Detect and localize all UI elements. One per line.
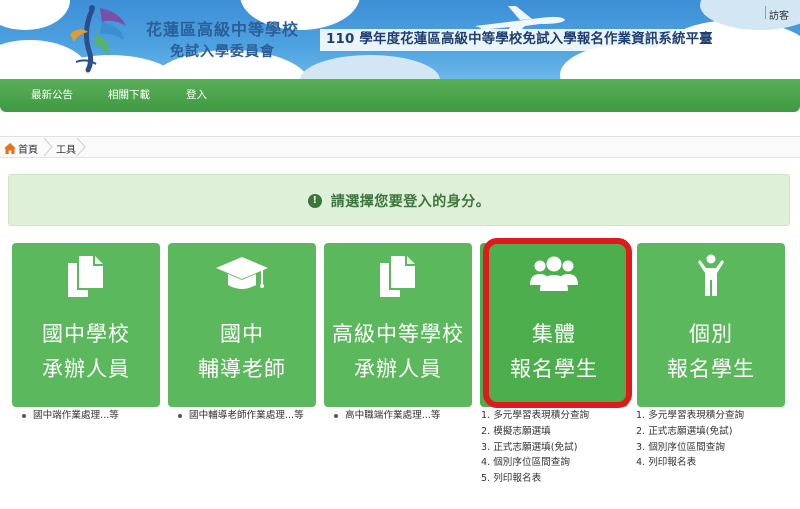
description-item: 國中輔導老師作業處理...等 (189, 410, 304, 421)
logo-emblem-icon (70, 5, 126, 73)
main-nav: 最新公告 相關下載 登入 (0, 79, 800, 112)
card-title-line2: 承辦人員 (42, 357, 130, 381)
description-item: 3. 個別序位區間查詢 (636, 441, 725, 453)
site-title: 110 學年度花蓮區高級中等學校免試入學報名作業資訊系統平臺 (320, 29, 719, 51)
person-icon (698, 254, 724, 296)
card-title-line2: 輔導老師 (198, 357, 286, 381)
highlight-frame (483, 238, 632, 408)
card-description: 國中輔導老師作業處理...等 (178, 408, 316, 424)
description-item: 5. 列印報名表 (481, 473, 542, 485)
description-item: 3. 正式志願選填(免試) (481, 441, 578, 453)
description-item: 國中端作業處理...等 (33, 410, 119, 421)
breadcrumb-home-label: 首頁 (18, 145, 38, 156)
identity-alert: ! 請選擇您要登入的身分。 (8, 174, 790, 226)
card-description: 1. 多元學習表現積分查詢 2. 模擬志願選填 3. 正式志願選填(免試) 4.… (481, 408, 631, 487)
description-item: 2. 正式志願選填(免試) (636, 425, 733, 437)
description-item: 2. 模擬志願選填 (481, 425, 551, 437)
login-card-junior-counselor[interactable]: 國中 輔導老師 (168, 243, 316, 407)
description-item: 4. 列印報名表 (636, 457, 697, 469)
card-title-line1: 國中 (220, 322, 264, 346)
card-title-line1: 國中學校 (42, 322, 130, 346)
alert-message: 請選擇您要登入的身分。 (330, 194, 491, 210)
nav-item-downloads[interactable]: 相關下載 (108, 79, 150, 112)
card-description: 高中職端作業處理...等 (334, 408, 474, 424)
breadcrumb-separator-icon (43, 138, 53, 156)
exclamation-icon: ! (307, 194, 322, 208)
breadcrumb-home[interactable]: 首頁 (4, 141, 38, 156)
card-title-line2: 承辦人員 (354, 357, 442, 381)
card-title-line2: 報名學生 (667, 357, 755, 381)
home-icon (4, 143, 16, 154)
document-icon (380, 254, 417, 297)
org-subtitle: 免試入學委員會 (170, 44, 275, 60)
nav-item-news[interactable]: 最新公告 (31, 79, 73, 112)
header-banner: 花蓮區高級中等學校 免試入學委員會 110 學年度花蓮區高級中等學校免試入學報名… (0, 0, 800, 80)
description-item: 高中職端作業處理...等 (345, 410, 441, 421)
card-title-line1: 個別 (689, 322, 733, 346)
org-name: 花蓮區高級中等學校 (146, 20, 300, 39)
logo[interactable]: 花蓮區高級中等學校 免試入學委員會 (0, 0, 325, 80)
document-icon (68, 254, 105, 297)
nav-item-login[interactable]: 登入 (186, 79, 207, 112)
description-item: 1. 多元學習表現積分查詢 (481, 410, 590, 421)
header-divider (765, 6, 766, 19)
breadcrumb-separator-icon (76, 138, 86, 156)
card-description: 國中端作業處理...等 (22, 408, 162, 424)
card-description: 1. 多元學習表現積分查詢 2. 正式志願選填(免試) 3. 個別序位區間查詢 … (636, 408, 796, 471)
card-title-line1: 高級中等學校 (332, 322, 464, 346)
description-item: 1. 多元學習表現積分查詢 (636, 410, 745, 421)
description-item: 4. 個別序位區間查詢 (481, 457, 570, 469)
login-card-senior-school-staff[interactable]: 高級中等學校 承辦人員 (324, 243, 472, 407)
graduation-cap-icon (216, 257, 268, 289)
breadcrumb: 首頁 工具 (0, 136, 800, 158)
login-card-individual-student[interactable]: 個別 報名學生 (637, 243, 785, 407)
login-card-junior-school-staff[interactable]: 國中學校 承辦人員 (12, 243, 160, 407)
breadcrumb-current[interactable]: 工具 (56, 141, 76, 156)
guest-link[interactable]: 訪客 (769, 7, 789, 22)
